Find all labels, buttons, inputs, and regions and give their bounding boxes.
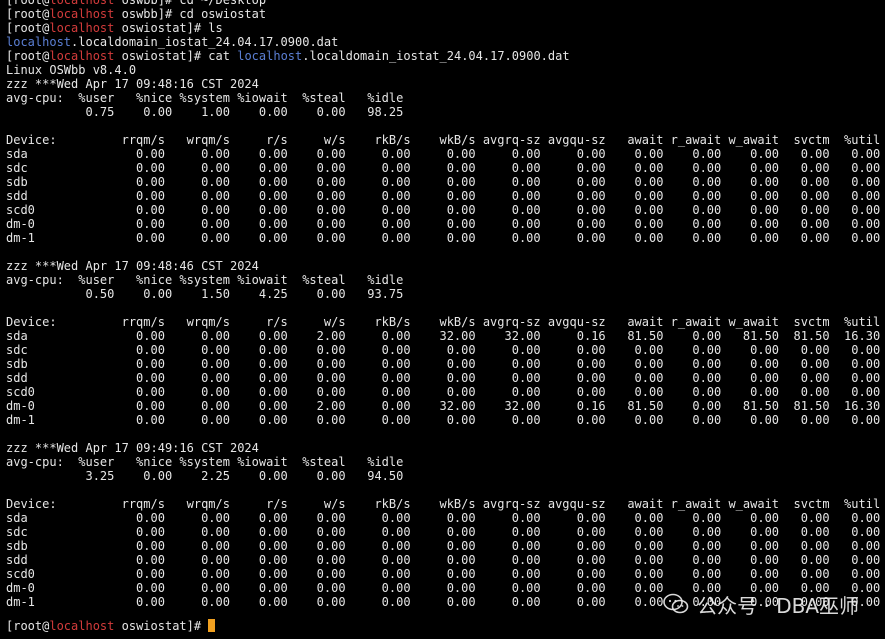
line-text: sdd 0.00 0.00 0.00 0.00 0.00 0.00 0.00 0… bbox=[6, 189, 881, 203]
line-text: avg-cpu: %user %nice %system %iowait %st… bbox=[6, 455, 404, 469]
line-text: sdc 0.00 0.00 0.00 0.00 0.00 0.00 0.00 0… bbox=[6, 343, 881, 357]
terminal-line: [root@localhost oswbb]# cd ~/Desktop bbox=[6, 0, 882, 7]
terminal-output[interactable]: [root@localhost oswbb]# cd ~/Desktop [roo… bbox=[6, 0, 882, 609]
terminal-line: dm-0 0.00 0.00 0.00 0.00 0.00 0.00 0.00 … bbox=[6, 217, 882, 231]
file-name-highlight: localhost bbox=[6, 35, 72, 49]
line-text: sda 0.00 0.00 0.00 2.00 0.00 32.00 32.00… bbox=[6, 329, 881, 343]
line-text: dm-1 0.00 0.00 0.00 0.00 0.00 0.00 0.00 … bbox=[6, 413, 881, 427]
line-text: Device: rrqm/s wrqm/s r/s w/s rkB/s wkB/… bbox=[6, 133, 881, 147]
terminal-line: avg-cpu: %user %nice %system %iowait %st… bbox=[6, 273, 882, 287]
line-text: dm-0 0.00 0.00 0.00 2.00 0.00 32.00 32.0… bbox=[6, 399, 881, 413]
terminal-line: sdc 0.00 0.00 0.00 0.00 0.00 0.00 0.00 0… bbox=[6, 525, 882, 539]
terminal-line: localhost.localdomain_iostat_24.04.17.09… bbox=[6, 35, 882, 49]
line-text: Device: rrqm/s wrqm/s r/s w/s rkB/s wkB/… bbox=[6, 497, 881, 511]
terminal-line: dm-1 0.00 0.00 0.00 0.00 0.00 0.00 0.00 … bbox=[6, 413, 882, 427]
terminal-line: Device: rrqm/s wrqm/s r/s w/s rkB/s wkB/… bbox=[6, 133, 882, 147]
prompt-prefix: [root@ bbox=[6, 619, 50, 633]
line-text: 0.75 0.00 1.00 0.00 0.00 98.25 bbox=[6, 105, 404, 119]
terminal-line: zzz ***Wed Apr 17 09:49:16 CST 2024 bbox=[6, 441, 882, 455]
watermark-text: 公众号 · DBA巫师 bbox=[697, 593, 859, 618]
terminal-line: scd0 0.00 0.00 0.00 0.00 0.00 0.00 0.00 … bbox=[6, 385, 882, 399]
terminal-line: sda 0.00 0.00 0.00 0.00 0.00 0.00 0.00 0… bbox=[6, 147, 882, 161]
prompt-host: localhost bbox=[49, 49, 115, 63]
line-text: 0.50 0.00 1.50 4.25 0.00 93.75 bbox=[6, 287, 404, 301]
terminal-line: [root@localhost oswbb]# cd oswiostat bbox=[6, 7, 882, 21]
terminal-line: sdb 0.00 0.00 0.00 0.00 0.00 0.00 0.00 0… bbox=[6, 175, 882, 189]
terminal-line: [root@localhost oswiostat]# ls bbox=[6, 21, 882, 35]
line-text: dm-1 0.00 0.00 0.00 0.00 0.00 0.00 0.00 … bbox=[6, 231, 881, 245]
line-text: sdc 0.00 0.00 0.00 0.00 0.00 0.00 0.00 0… bbox=[6, 161, 881, 175]
terminal-line: avg-cpu: %user %nice %system %iowait %st… bbox=[6, 455, 882, 469]
line-text: sdc 0.00 0.00 0.00 0.00 0.00 0.00 0.00 0… bbox=[6, 525, 881, 539]
terminal-line: Device: rrqm/s wrqm/s r/s w/s rkB/s wkB/… bbox=[6, 497, 882, 511]
line-text: zzz ***Wed Apr 17 09:48:46 CST 2024 bbox=[6, 259, 259, 273]
line-text: Device: rrqm/s wrqm/s r/s w/s rkB/s wkB/… bbox=[6, 315, 881, 329]
terminal-line: sdd 0.00 0.00 0.00 0.00 0.00 0.00 0.00 0… bbox=[6, 371, 882, 385]
line-text: avg-cpu: %user %nice %system %iowait %st… bbox=[6, 91, 404, 105]
terminal-line: 3.25 0.00 2.25 0.00 0.00 94.50 bbox=[6, 469, 882, 483]
terminal-line: sdd 0.00 0.00 0.00 0.00 0.00 0.00 0.00 0… bbox=[6, 189, 882, 203]
prompt-host: localhost bbox=[49, 7, 115, 21]
terminal-line: sdb 0.00 0.00 0.00 0.00 0.00 0.00 0.00 0… bbox=[6, 539, 882, 553]
terminal-line: sdc 0.00 0.00 0.00 0.00 0.00 0.00 0.00 0… bbox=[6, 161, 882, 175]
terminal-line: scd0 0.00 0.00 0.00 0.00 0.00 0.00 0.00 … bbox=[6, 203, 882, 217]
terminal-line: sdb 0.00 0.00 0.00 0.00 0.00 0.00 0.00 0… bbox=[6, 357, 882, 371]
line-text: zzz ***Wed Apr 17 09:49:16 CST 2024 bbox=[6, 441, 259, 455]
terminal-line: sda 0.00 0.00 0.00 0.00 0.00 0.00 0.00 0… bbox=[6, 511, 882, 525]
line-text: .localdomain_iostat_24.04.17.0900.dat bbox=[302, 49, 570, 63]
text-cursor bbox=[208, 619, 216, 632]
terminal-line: Linux OSWbb v8.4.0 bbox=[6, 63, 882, 77]
terminal-line: zzz ***Wed Apr 17 09:48:46 CST 2024 bbox=[6, 259, 882, 273]
line-text: 3.25 0.00 2.25 0.00 0.00 94.50 bbox=[6, 469, 404, 483]
line-text: .localdomain_iostat_24.04.17.0900.dat bbox=[71, 35, 339, 49]
terminal-line: scd0 0.00 0.00 0.00 0.00 0.00 0.00 0.00 … bbox=[6, 567, 882, 581]
line-text: oswiostat]# cat bbox=[114, 49, 238, 63]
line-text: avg-cpu: %user %nice %system %iowait %st… bbox=[6, 273, 404, 287]
terminal-line: [root@localhost oswiostat]# cat localhos… bbox=[6, 49, 882, 63]
terminal-line: zzz ***Wed Apr 17 09:48:16 CST 2024 bbox=[6, 77, 882, 91]
line-text: sdb 0.00 0.00 0.00 0.00 0.00 0.00 0.00 0… bbox=[6, 539, 881, 553]
prompt-suffix: oswiostat]# bbox=[114, 619, 209, 633]
prompt-host: localhost bbox=[49, 619, 115, 633]
terminal-line: avg-cpu: %user %nice %system %iowait %st… bbox=[6, 91, 882, 105]
prompt-host: localhost bbox=[49, 0, 115, 7]
line-text: sda 0.00 0.00 0.00 0.00 0.00 0.00 0.00 0… bbox=[6, 511, 881, 525]
line-text: zzz ***Wed Apr 17 09:48:16 CST 2024 bbox=[6, 77, 259, 91]
terminal-line: sdd 0.00 0.00 0.00 0.00 0.00 0.00 0.00 0… bbox=[6, 553, 882, 567]
terminal-line: sdc 0.00 0.00 0.00 0.00 0.00 0.00 0.00 0… bbox=[6, 343, 882, 357]
line-text: oswbb]# cd oswiostat bbox=[114, 7, 267, 21]
terminal-line: 0.50 0.00 1.50 4.25 0.00 93.75 bbox=[6, 287, 882, 301]
line-text: scd0 0.00 0.00 0.00 0.00 0.00 0.00 0.00 … bbox=[6, 567, 881, 581]
line-text: sdd 0.00 0.00 0.00 0.00 0.00 0.00 0.00 0… bbox=[6, 371, 881, 385]
line-text: [root@ bbox=[6, 7, 50, 21]
file-name-highlight: localhost bbox=[237, 49, 303, 63]
line-text: oswbb]# cd ~/Desktop bbox=[114, 0, 267, 7]
terminal-line: Device: rrqm/s wrqm/s r/s w/s rkB/s wkB/… bbox=[6, 315, 882, 329]
line-text: oswiostat]# ls bbox=[114, 21, 223, 35]
line-text: dm-0 0.00 0.00 0.00 0.00 0.00 0.00 0.00 … bbox=[6, 217, 881, 231]
watermark: 公众号 · DBA巫师 bbox=[663, 589, 859, 619]
line-text: sdb 0.00 0.00 0.00 0.00 0.00 0.00 0.00 0… bbox=[6, 357, 881, 371]
line-text: Linux OSWbb v8.4.0 bbox=[6, 63, 137, 77]
line-text: [root@ bbox=[6, 0, 50, 7]
wechat-icon bbox=[663, 593, 689, 614]
prompt-host: localhost bbox=[49, 21, 115, 35]
line-text: [root@ bbox=[6, 21, 50, 35]
line-text: scd0 0.00 0.00 0.00 0.00 0.00 0.00 0.00 … bbox=[6, 203, 881, 217]
line-text: sdd 0.00 0.00 0.00 0.00 0.00 0.00 0.00 0… bbox=[6, 553, 881, 567]
command-prompt[interactable]: [root@localhost oswiostat]# bbox=[6, 618, 216, 634]
terminal-line: sda 0.00 0.00 0.00 2.00 0.00 32.00 32.00… bbox=[6, 329, 882, 343]
line-text: sda 0.00 0.00 0.00 0.00 0.00 0.00 0.00 0… bbox=[6, 147, 881, 161]
line-text: scd0 0.00 0.00 0.00 0.00 0.00 0.00 0.00 … bbox=[6, 385, 881, 399]
terminal-line: 0.75 0.00 1.00 0.00 0.00 98.25 bbox=[6, 105, 882, 119]
line-text: sdb 0.00 0.00 0.00 0.00 0.00 0.00 0.00 0… bbox=[6, 175, 881, 189]
terminal-line: dm-1 0.00 0.00 0.00 0.00 0.00 0.00 0.00 … bbox=[6, 231, 882, 245]
line-text: [root@ bbox=[6, 49, 50, 63]
terminal-line: dm-0 0.00 0.00 0.00 2.00 0.00 32.00 32.0… bbox=[6, 399, 882, 413]
